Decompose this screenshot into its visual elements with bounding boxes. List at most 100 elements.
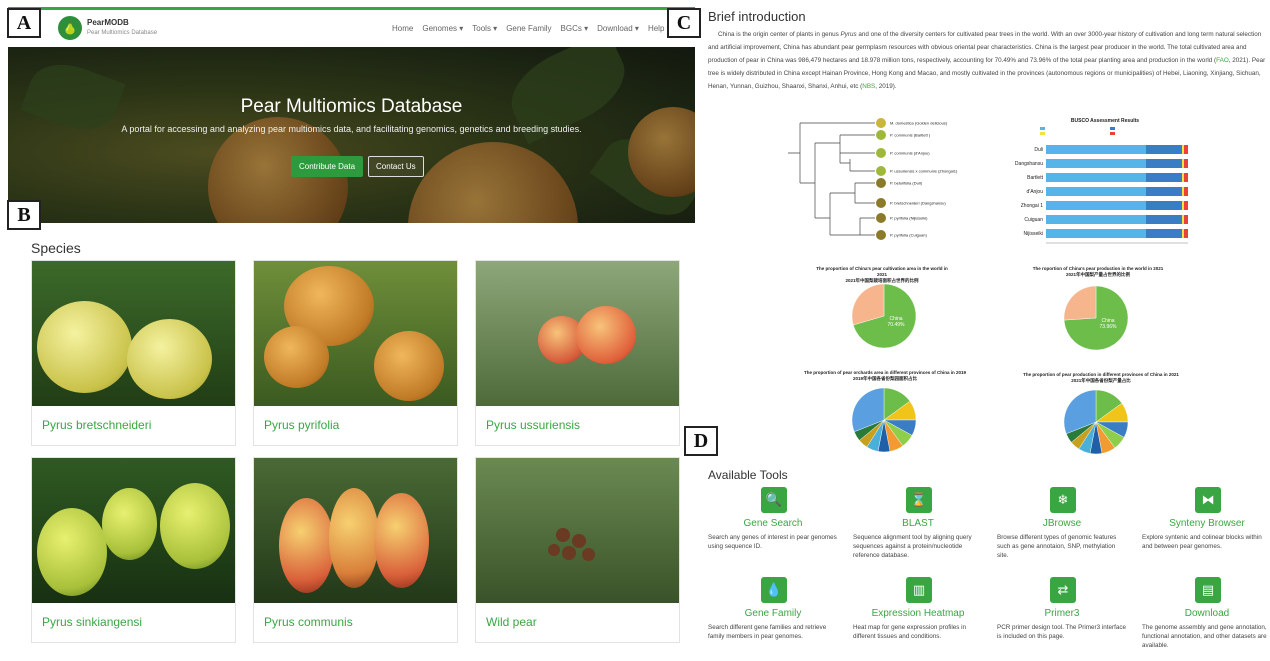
tree-taxon-label: P. betulifolia (Duli) bbox=[890, 181, 923, 186]
busco-bar-segment bbox=[1046, 159, 1146, 168]
busco-bar-segment bbox=[1046, 201, 1146, 210]
tool-description: Explore syntenic and colinear blocks wit… bbox=[1142, 534, 1262, 550]
contact-us-button[interactable]: Contact Us bbox=[368, 156, 424, 177]
tool-description: Search different gene families and retri… bbox=[708, 624, 827, 640]
busco-bar-segment bbox=[1182, 229, 1184, 238]
pie-chart-production: China73.96% bbox=[1063, 285, 1129, 351]
busco-bar-segment bbox=[1046, 187, 1146, 196]
tree-node-fruit-icon bbox=[876, 230, 886, 240]
fao-link[interactable]: FAO bbox=[1216, 57, 1229, 64]
nav-download[interactable]: Download ▾ bbox=[597, 24, 639, 33]
tree-taxon-label: P. pyrifolia (Cuiguan) bbox=[890, 233, 928, 238]
file-icon[interactable]: ▤ bbox=[1195, 577, 1221, 603]
busco-bar-segment bbox=[1182, 201, 1184, 210]
tree-node-fruit-icon bbox=[876, 213, 886, 223]
busco-title: BUSCO Assessment Results bbox=[1071, 118, 1139, 124]
pie-data-label: 70.49% bbox=[888, 322, 906, 328]
tool-name[interactable]: BLAST bbox=[853, 518, 983, 529]
busco-bar-segment bbox=[1184, 145, 1188, 154]
busco-bar-segment bbox=[1182, 159, 1184, 168]
busco-row-label: Cuiguan bbox=[1024, 217, 1043, 223]
brand-name: PearMODB bbox=[87, 18, 129, 27]
nbs-link[interactable]: NBS bbox=[862, 83, 875, 90]
pie3-title: The proportion of pear orchards area in … bbox=[803, 370, 967, 381]
tool-name[interactable]: Expression Heatmap bbox=[853, 608, 983, 619]
tree-node-fruit-icon bbox=[876, 118, 886, 128]
primer-icon[interactable]: ⇄ bbox=[1050, 577, 1076, 603]
species-card-bretschneideri[interactable]: Pyrus bretschneideri bbox=[31, 260, 236, 446]
synteny-icon[interactable]: ⧓ bbox=[1195, 487, 1221, 513]
tool-description: PCR primer design tool. The Primer3 inte… bbox=[997, 624, 1127, 640]
busco-bar-segment bbox=[1146, 159, 1182, 168]
intro-heading: Brief introduction bbox=[708, 9, 806, 24]
species-label[interactable]: Pyrus pyrifolia bbox=[264, 418, 339, 432]
tree-node-fruit-icon bbox=[876, 130, 886, 140]
busco-row-label: Bartlett bbox=[1027, 175, 1043, 181]
busco-bar-segment bbox=[1184, 201, 1188, 210]
tree-node-fruit-icon bbox=[876, 166, 886, 176]
species-label[interactable]: Wild pear bbox=[486, 615, 537, 629]
busco-bar-segment bbox=[1184, 229, 1188, 238]
busco-bar-segment bbox=[1184, 173, 1188, 182]
busco-bar-segment bbox=[1184, 187, 1188, 196]
nav-bgcs[interactable]: BGCs ▾ bbox=[561, 24, 589, 33]
tool-name[interactable]: Gene Search bbox=[708, 518, 838, 529]
panel-label-d: D bbox=[684, 426, 718, 456]
snowflake-icon[interactable]: ❄ bbox=[1050, 487, 1076, 513]
tree-node-fruit-icon bbox=[876, 178, 886, 188]
search-icon[interactable]: 🔍 bbox=[761, 487, 787, 513]
species-photo bbox=[254, 458, 457, 603]
tool-description: Search any genes of interest in pear gen… bbox=[708, 534, 837, 550]
intro-paragraph: China is the origin center of plants in … bbox=[708, 31, 1266, 90]
pie2-title: The roportion of China's pear production… bbox=[1032, 266, 1164, 277]
drop-icon[interactable]: 💧 bbox=[761, 577, 787, 603]
tool-name[interactable]: JBrowse bbox=[997, 518, 1127, 529]
hero-banner: Pear Multiomics Database A portal for ac… bbox=[8, 47, 695, 223]
tool-name[interactable]: Download bbox=[1142, 608, 1270, 619]
contribute-data-button[interactable]: Contribute Data bbox=[291, 156, 364, 177]
species-label[interactable]: Pyrus bretschneideri bbox=[42, 418, 151, 432]
species-photo bbox=[32, 458, 235, 603]
pie-data-label: 73.96% bbox=[1100, 324, 1118, 330]
busco-bar-segment bbox=[1182, 187, 1184, 196]
species-card-communis[interactable]: Pyrus communis bbox=[253, 457, 458, 643]
busco-bar-segment bbox=[1184, 215, 1188, 224]
species-card-wild-pear[interactable]: Wild pear bbox=[475, 457, 680, 643]
species-card-ussuriensis[interactable]: Pyrus ussuriensis bbox=[475, 260, 680, 446]
nav-home[interactable]: Home bbox=[392, 24, 413, 33]
busco-row-label: Duli bbox=[1034, 147, 1043, 153]
species-label[interactable]: Pyrus sinkiangensi bbox=[42, 615, 142, 629]
tree-taxon-label: P. pyrifolia (Nijisseiki) bbox=[890, 216, 928, 221]
species-label[interactable]: Pyrus communis bbox=[264, 615, 353, 629]
busco-bar-segment bbox=[1046, 173, 1146, 182]
panel-label-b: B bbox=[7, 200, 41, 230]
tool-description: Sequence alignment tool by aligning quer… bbox=[853, 534, 972, 559]
nav-gene-family[interactable]: Gene Family bbox=[506, 24, 551, 33]
tools-heading: Available Tools bbox=[708, 468, 788, 482]
species-photo bbox=[254, 261, 457, 406]
navbar: 🍐 PearMODB Pear Multiomics Database Home… bbox=[8, 7, 695, 47]
tool-description: Browse different types of genomic featur… bbox=[997, 534, 1117, 559]
species-card-pyrifolia[interactable]: Pyrus pyrifolia bbox=[253, 260, 458, 446]
tool-name[interactable]: Synteny Browser bbox=[1142, 518, 1270, 529]
species-card-sinkiangensi[interactable]: Pyrus sinkiangensi bbox=[31, 457, 236, 643]
species-label[interactable]: Pyrus ussuriensis bbox=[486, 418, 580, 432]
nav-tools[interactable]: Tools ▾ bbox=[472, 24, 497, 33]
busco-bar-segment bbox=[1146, 229, 1182, 238]
species-photo bbox=[476, 261, 679, 406]
tool-name[interactable]: Gene Family bbox=[708, 608, 838, 619]
pear-logo-icon: 🍐 bbox=[58, 16, 82, 40]
hourglass-icon[interactable]: ⌛ bbox=[906, 487, 932, 513]
hero-subtitle: A portal for accessing and analyzing pea… bbox=[121, 124, 582, 134]
nav-genomes[interactable]: Genomes ▾ bbox=[422, 24, 463, 33]
tree-node-fruit-icon bbox=[876, 148, 886, 158]
tool-description: The genome assembly and gene annotation,… bbox=[1142, 624, 1267, 649]
chart-icon[interactable]: ▥ bbox=[906, 577, 932, 603]
pie-slice bbox=[1063, 285, 1097, 321]
phylogenetic-tree: M. domestica (Golden delicious) P. commun… bbox=[788, 118, 958, 240]
busco-row-label: Nijisseiki bbox=[1024, 231, 1043, 237]
brand[interactable]: 🍐 PearMODB Pear Multiomics Database bbox=[58, 16, 157, 40]
tool-name[interactable]: Primer3 bbox=[997, 608, 1127, 619]
busco-bar-segment bbox=[1182, 145, 1184, 154]
busco-row-label: Zhongai 1 bbox=[1021, 203, 1043, 209]
